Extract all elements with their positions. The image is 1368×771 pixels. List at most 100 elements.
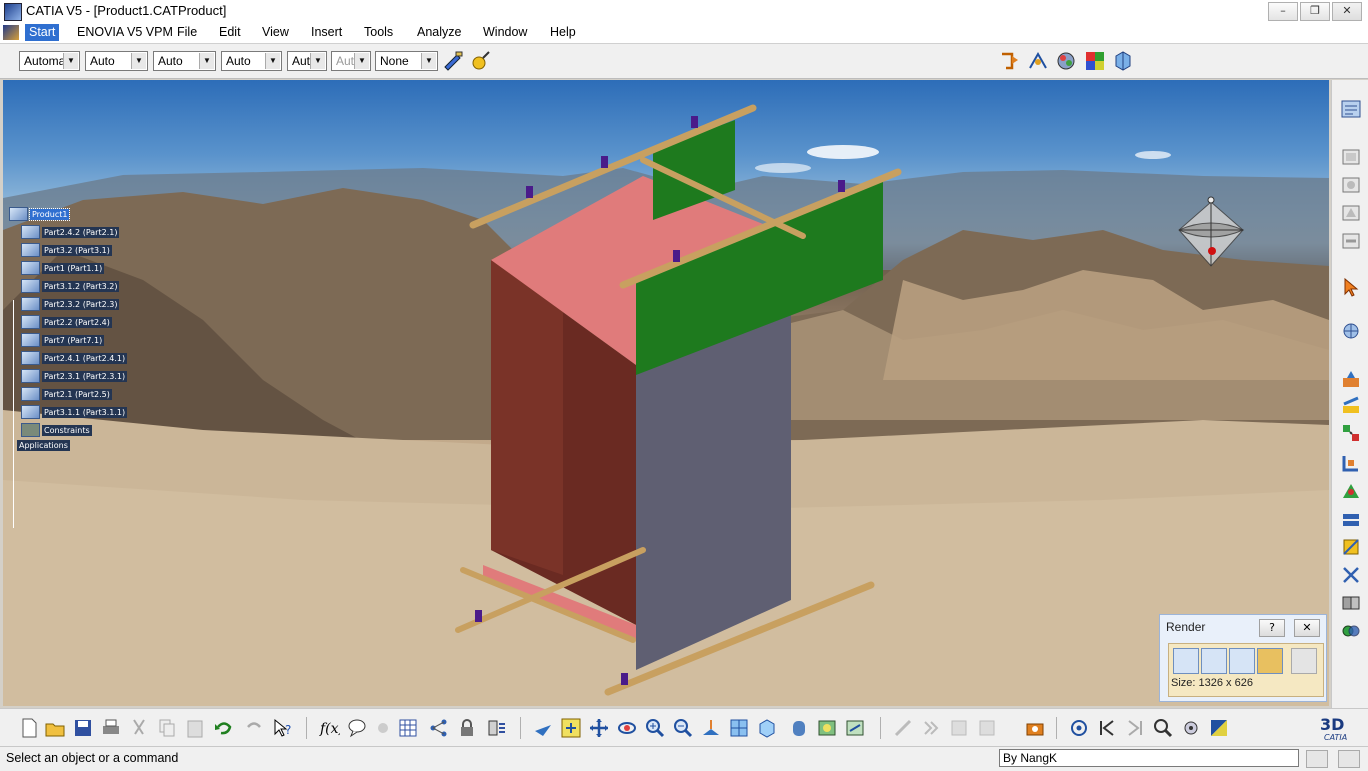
pan-icon[interactable] xyxy=(588,717,610,739)
restore-button[interactable]: ❐ xyxy=(1300,2,1330,21)
menu-edit[interactable]: Edit xyxy=(219,25,241,39)
fix-together-icon[interactable] xyxy=(1340,592,1362,614)
transparency-combo[interactable]: Auto ▼ xyxy=(85,51,148,71)
close-button[interactable]: ✕ xyxy=(1332,2,1362,21)
component-icon[interactable] xyxy=(1340,174,1362,196)
constraint-icon[interactable] xyxy=(1340,452,1362,474)
multi-view-icon[interactable] xyxy=(728,717,750,739)
zoom-out-icon[interactable] xyxy=(672,717,694,739)
formula-icon[interactable]: f(x) xyxy=(318,717,340,739)
coincidence-icon[interactable] xyxy=(1340,480,1362,502)
search-icon[interactable] xyxy=(1152,717,1174,739)
render-help-button[interactable]: ? xyxy=(1259,619,1285,637)
angle-icon[interactable] xyxy=(1340,564,1362,586)
point-symbol-combo[interactable]: Aut ▼ xyxy=(287,51,327,71)
menu-start[interactable]: Start xyxy=(25,24,60,41)
explode-icon[interactable] xyxy=(1340,422,1362,444)
annotation-icon[interactable] xyxy=(346,717,368,739)
tree-node[interactable]: Part2.1 (Part2.5) xyxy=(21,387,112,403)
tree-node[interactable]: Part2.4.2 (Part2.1) xyxy=(21,225,120,241)
tree-node[interactable]: Part1 (Part1.1) xyxy=(21,261,105,277)
graph-icon[interactable] xyxy=(428,717,450,739)
snap-icon[interactable] xyxy=(1340,394,1362,416)
tree-node[interactable]: Part3.1.1 (Part3.1.1) xyxy=(21,405,128,421)
camera-icon[interactable] xyxy=(1024,717,1046,739)
product-icon[interactable] xyxy=(1340,146,1362,168)
layer-combo[interactable]: None ▼ xyxy=(375,51,438,71)
open-icon[interactable] xyxy=(44,717,66,739)
rotate-icon[interactable] xyxy=(616,717,638,739)
properties-wand-icon[interactable] xyxy=(470,50,492,72)
table-icon[interactable] xyxy=(397,717,419,739)
compass-icon[interactable] xyxy=(1171,180,1251,270)
menu-enovia[interactable]: ENOVIA V5 VPM xyxy=(77,25,173,39)
apply-material-icon[interactable] xyxy=(1055,50,1077,72)
line-thickness-combo[interactable]: Auto ▼ xyxy=(153,51,216,71)
manipulate-icon[interactable] xyxy=(1340,320,1362,342)
normal-view-icon[interactable] xyxy=(700,717,722,739)
isometric-icon[interactable] xyxy=(756,717,778,739)
tree-node[interactable]: Part2.3.2 (Part2.3) xyxy=(21,297,120,313)
save-icon[interactable] xyxy=(72,717,94,739)
fly-mode-icon[interactable] xyxy=(1027,50,1049,72)
contact-icon[interactable] xyxy=(1340,508,1362,530)
tree-root-product1[interactable]: Product1 xyxy=(9,207,71,223)
document-icon[interactable] xyxy=(3,25,19,40)
swap-icon[interactable] xyxy=(844,717,866,739)
render-settings-icon[interactable] xyxy=(1201,648,1227,674)
render-shooting-icon[interactable] xyxy=(1229,648,1255,674)
color-icon[interactable] xyxy=(1208,717,1230,739)
fix-icon[interactable] xyxy=(1340,368,1362,390)
menu-file[interactable]: File xyxy=(177,25,197,39)
existing-component-icon[interactable] xyxy=(1340,230,1362,252)
render-close-button[interactable]: ✕ xyxy=(1294,619,1320,637)
status-button[interactable] xyxy=(1306,750,1328,768)
tree-node[interactable]: Part2.2 (Part2.4) xyxy=(21,315,112,331)
tree-icon[interactable] xyxy=(1340,98,1362,120)
target-icon[interactable] xyxy=(1068,717,1090,739)
zoom-in-icon[interactable] xyxy=(644,717,666,739)
offset-icon[interactable] xyxy=(1340,536,1362,558)
shading-icon[interactable] xyxy=(788,717,810,739)
menu-help[interactable]: Help xyxy=(550,25,576,39)
tree-node-constraints[interactable]: Constraints xyxy=(21,423,92,439)
lock-icon[interactable] xyxy=(456,717,478,739)
3d-viewport[interactable]: Product1 Part2.4.2 (Part2.1) Part3.2 (Pa… xyxy=(3,80,1329,706)
tree-node[interactable]: Part2.3.1 (Part2.3.1) xyxy=(21,369,128,385)
menu-view[interactable]: View xyxy=(262,25,289,39)
print-icon[interactable] xyxy=(100,717,122,739)
catia-logo-icon[interactable] xyxy=(4,3,22,21)
tree-node-applications[interactable]: Applications xyxy=(17,440,70,457)
scenes-icon[interactable] xyxy=(1084,50,1106,72)
new-icon[interactable] xyxy=(18,717,40,739)
whats-this-icon[interactable]: ? xyxy=(272,717,294,739)
first-icon[interactable] xyxy=(1096,717,1118,739)
minimize-button[interactable]: – xyxy=(1268,2,1298,21)
shooting-icon[interactable] xyxy=(1173,648,1199,674)
line-type-combo[interactable]: Auto ▼ xyxy=(221,51,282,71)
menu-insert[interactable]: Insert xyxy=(311,25,342,39)
quick-constraint-icon[interactable] xyxy=(1340,620,1362,642)
tree-node[interactable]: Part7 (Part7.1) xyxy=(21,333,105,349)
settings-icon[interactable] xyxy=(1180,717,1202,739)
tree-node[interactable]: Part3.2 (Part3.1) xyxy=(21,243,112,259)
status-button[interactable] xyxy=(1338,750,1360,768)
hide-show-icon[interactable] xyxy=(816,717,838,739)
update-icon[interactable] xyxy=(998,50,1020,72)
menu-tools[interactable]: Tools xyxy=(364,25,393,39)
menu-analyze[interactable]: Analyze xyxy=(417,25,461,39)
camera-icon[interactable] xyxy=(1257,648,1283,674)
part-icon[interactable] xyxy=(1340,202,1362,224)
tree-node[interactable]: Part3.1.2 (Part3.2) xyxy=(21,279,120,295)
menu-window[interactable]: Window xyxy=(483,25,527,39)
fly-icon[interactable] xyxy=(532,717,554,739)
undo-icon[interactable] xyxy=(212,717,234,739)
measure-icon[interactable] xyxy=(486,717,508,739)
fill-color-combo[interactable]: Automa ▼ xyxy=(19,51,80,71)
select-icon[interactable] xyxy=(1340,276,1362,298)
power-input-field[interactable] xyxy=(999,749,1299,767)
format-painter-icon[interactable] xyxy=(442,50,464,72)
fit-all-icon[interactable] xyxy=(560,717,582,739)
catalog-icon[interactable] xyxy=(1112,50,1134,72)
tree-node[interactable]: Part2.4.1 (Part2.4.1) xyxy=(21,351,128,367)
